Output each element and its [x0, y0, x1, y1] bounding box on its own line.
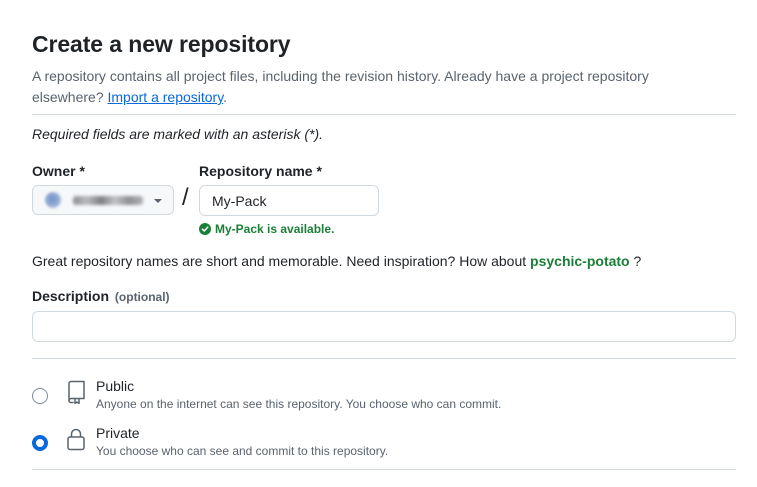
- availability-message: My-Pack is available.: [199, 221, 334, 237]
- visibility-public-description: Anyone on the internet can see this repo…: [96, 397, 502, 411]
- name-inspiration: Great repository names are short and mem…: [32, 253, 641, 269]
- owner-repo-separator: /: [182, 184, 189, 211]
- page-title: Create a new repository: [32, 31, 291, 57]
- owner-dropdown[interactable]: [32, 185, 174, 215]
- optional-tag: (optional): [114, 290, 170, 304]
- visibility-private-title: Private: [96, 425, 140, 441]
- visibility-public-radio[interactable]: [32, 388, 48, 404]
- import-repository-link[interactable]: Import a repository: [108, 89, 224, 105]
- description-input[interactable]: [32, 311, 736, 342]
- divider: [32, 469, 736, 470]
- owner-name-redacted: [73, 196, 143, 205]
- visibility-public-title: Public: [96, 378, 135, 394]
- owner-avatar: [45, 192, 61, 208]
- divider: [32, 114, 736, 115]
- inspiration-suffix: ?: [633, 253, 642, 269]
- check-circle-icon: [199, 223, 211, 235]
- visibility-option-private[interactable]: Private You choose who can see and commi…: [32, 425, 736, 465]
- visibility-private-radio[interactable]: [32, 435, 48, 451]
- repo-icon: [66, 380, 86, 409]
- subtitle-suffix: .: [223, 89, 228, 105]
- repository-name-label: Repository name *: [199, 163, 322, 179]
- description-label-text: Description: [32, 288, 110, 304]
- description-label: Description (optional): [32, 288, 170, 304]
- visibility-private-description: You choose who can see and commit to thi…: [96, 444, 389, 458]
- name-suggestion-button[interactable]: psychic-potato: [530, 253, 630, 269]
- visibility-option-public[interactable]: Public Anyone on the internet can see th…: [32, 378, 736, 418]
- owner-label: Owner *: [32, 163, 85, 179]
- availability-text: My-Pack is available.: [215, 222, 335, 236]
- inspiration-text: Great repository names are short and mem…: [32, 253, 527, 269]
- chevron-down-icon: [154, 199, 162, 203]
- lock-icon: [66, 427, 86, 456]
- page-subtitle: A repository contains all project files,…: [32, 66, 722, 108]
- required-fields-note: Required fields are marked with an aster…: [32, 126, 324, 142]
- divider: [32, 358, 736, 359]
- repository-name-input[interactable]: [199, 185, 379, 216]
